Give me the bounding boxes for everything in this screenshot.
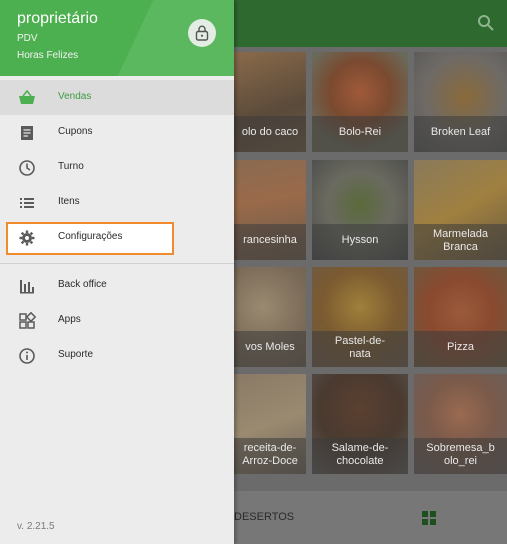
bottom-bar: DESERTOS — [234, 491, 507, 544]
product-tile[interactable]: Pizza — [414, 267, 507, 367]
product-name: vos Moles — [234, 331, 306, 367]
gear-icon — [18, 229, 36, 247]
menu-item-vendas[interactable]: Vendas — [0, 80, 234, 115]
category-tab[interactable]: DESERTOS — [234, 511, 294, 523]
product-name: Hysson — [312, 224, 408, 260]
store-name: Horas Felizes — [17, 50, 79, 61]
lock-icon — [195, 25, 209, 41]
search-icon[interactable] — [477, 14, 495, 32]
menu-item-apps[interactable]: Apps — [0, 303, 234, 338]
product-name: rancesinha — [234, 224, 306, 260]
lock-button[interactable] — [188, 19, 216, 47]
menu-item-itens[interactable]: Itens — [0, 185, 234, 220]
list-icon — [18, 194, 36, 212]
user-name: proprietário — [17, 10, 98, 27]
product-name: Broken Leaf — [414, 116, 507, 152]
menu-item-turno[interactable]: Turno — [0, 150, 234, 185]
apps-icon — [18, 311, 37, 330]
product-name: olo do caco — [234, 116, 306, 152]
product-name: Pizza — [414, 331, 507, 367]
product-tile[interactable]: Salame-de- chocolate — [312, 374, 408, 474]
product-name: Sobremesa_b olo_rei — [414, 438, 507, 474]
product-tile[interactable]: Broken Leaf — [414, 52, 507, 152]
product-tile[interactable]: Bolo-Rei — [312, 52, 408, 152]
product-tile[interactable]: Marmelada Branca — [414, 160, 507, 260]
bar-chart-icon — [18, 277, 36, 295]
menu-item-label: Apps — [58, 314, 81, 325]
clock-icon — [18, 159, 36, 177]
drawer-header: proprietário PDV Horas Felizes — [0, 0, 234, 76]
menu-divider — [0, 263, 234, 264]
product-tile[interactable]: vos Moles — [234, 267, 306, 367]
menu-item-label: Suporte — [58, 349, 94, 360]
menu-item-label: Itens — [58, 196, 80, 207]
basket-icon — [18, 89, 36, 107]
menu-item-suporte[interactable]: Suporte — [0, 338, 234, 373]
product-name: Salame-de- chocolate — [312, 438, 408, 474]
pos-name: PDV — [17, 33, 38, 44]
menu-item-label: Cupons — [58, 126, 93, 137]
product-name: Bolo-Rei — [312, 116, 408, 152]
receipt-icon — [18, 124, 36, 142]
product-tile[interactable]: rancesinha — [234, 160, 306, 260]
menu-item-cupons[interactable]: Cupons — [0, 115, 234, 150]
product-tile[interactable]: Hysson — [312, 160, 408, 260]
product-tile[interactable]: receita-de- Arroz-Doce — [234, 374, 306, 474]
menu-item-label: Back office — [58, 279, 107, 290]
navigation-drawer: proprietário PDV Horas Felizes Vendas Cu… — [0, 0, 234, 544]
product-name: Pastel-de- nata — [312, 331, 408, 367]
product-tile[interactable]: Sobremesa_b olo_rei — [414, 374, 507, 474]
grid-view-icon[interactable] — [422, 511, 436, 525]
product-tile[interactable]: olo do caco — [234, 52, 306, 152]
menu-item-label: Turno — [58, 161, 84, 172]
app-version: v. 2.21.5 — [17, 521, 55, 532]
product-name: Marmelada Branca — [414, 224, 507, 260]
info-icon — [18, 347, 36, 365]
product-tile[interactable]: Pastel-de- nata — [312, 267, 408, 367]
product-grid: olo do caco Bolo-Rei Broken Leaf rancesi… — [234, 47, 507, 491]
menu-item-configuracoes[interactable]: Configurações — [0, 220, 234, 255]
menu-item-back-office[interactable]: Back office — [0, 268, 234, 303]
menu-item-label: Vendas — [58, 91, 92, 102]
product-name: receita-de- Arroz-Doce — [234, 438, 306, 474]
menu-item-label: Configurações — [58, 231, 123, 242]
